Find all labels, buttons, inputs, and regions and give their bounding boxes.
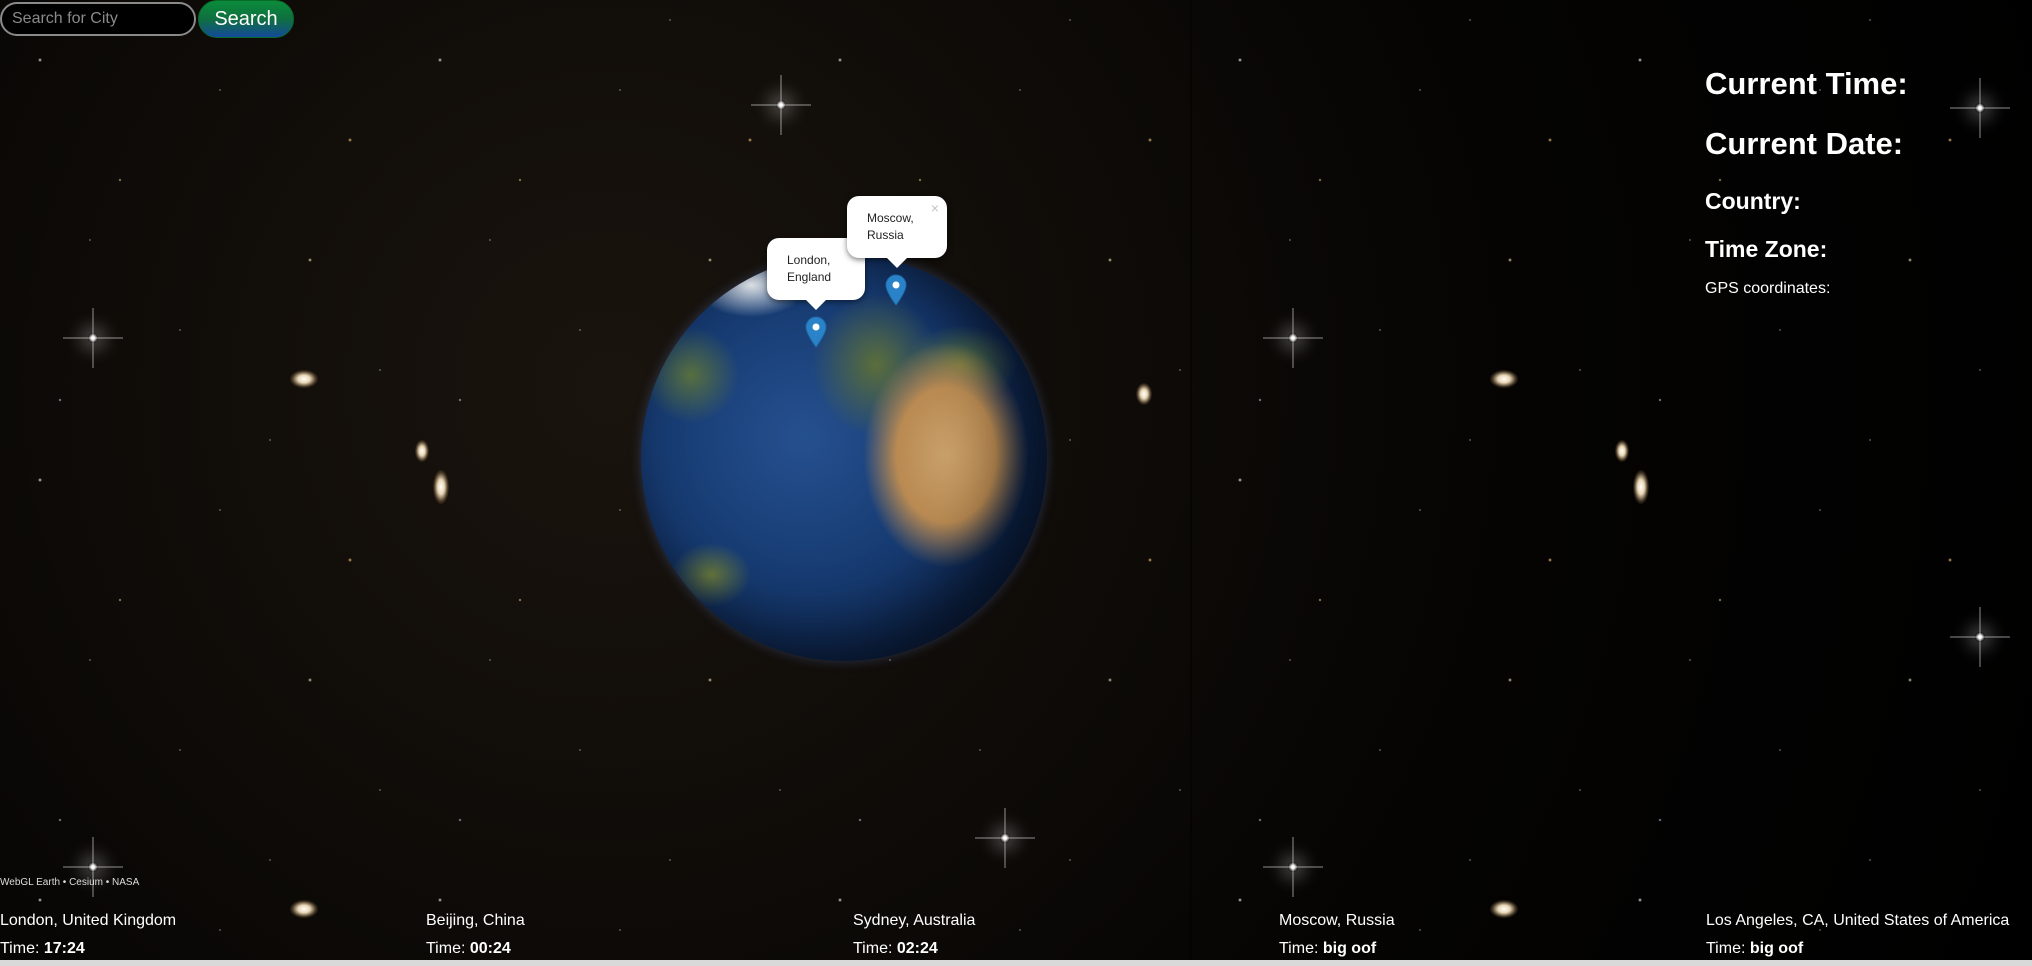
bright-star [1975, 632, 1985, 642]
time-zone-heading: Time Zone: [1705, 236, 1828, 262]
bright-star [88, 333, 98, 343]
map-attribution: WebGL Earth • Cesium • NASA [0, 877, 140, 888]
city-time-value: big oof [1749, 940, 1804, 957]
city-clock-moscow: Moscow, Russia Time: big oof [1279, 912, 1395, 958]
search-input[interactable] [0, 2, 196, 36]
city-time: Time: big oof [1706, 940, 1804, 957]
city-time: Time: big oof [1279, 940, 1377, 957]
galaxy [1615, 440, 1629, 462]
bright-star [88, 862, 98, 872]
current-date-heading: Current Date: [1705, 126, 1904, 161]
bright-star [776, 100, 786, 110]
country-heading: Country: [1705, 188, 1801, 214]
popup-region: England [787, 270, 832, 284]
city-name: Moscow, Russia [1279, 912, 1395, 929]
city-clock-london: London, United Kingdom Time: 17:24 [0, 912, 176, 958]
bright-star [1288, 333, 1298, 343]
galaxy [290, 900, 318, 918]
popup-city: Moscow, [867, 211, 914, 225]
background-seam [1190, 0, 1192, 966]
moscow-popup: × Moscow, Russia [847, 196, 947, 268]
london-marker-icon[interactable] [805, 316, 827, 348]
search-bar: Search [0, 0, 294, 38]
bright-star [1288, 862, 1298, 872]
galaxy [1490, 900, 1518, 918]
city-time-value: 02:24 [896, 940, 938, 957]
city-name: Los Angeles, CA, United States of Americ… [1706, 912, 2010, 929]
gps-coordinates-label: GPS coordinates: [1705, 280, 1831, 297]
galaxy [415, 440, 429, 462]
galaxy [433, 470, 449, 504]
city-time: Time: 17:24 [0, 940, 85, 957]
city-name: Beijing, China [426, 912, 525, 929]
city-name: London, United Kingdom [0, 912, 177, 929]
city-time: Time: 00:24 [426, 940, 511, 957]
horizontal-scrollbar[interactable] [0, 960, 2032, 966]
city-name: Sydney, Australia [853, 912, 976, 929]
city-time-value: big oof [1322, 940, 1377, 957]
city-time: Time: 02:24 [853, 940, 938, 957]
city-clock-beijing: Beijing, China Time: 00:24 [426, 912, 525, 958]
bright-star [1975, 103, 1985, 113]
bright-star [1000, 833, 1010, 843]
galaxy [1136, 383, 1152, 405]
city-clock-sydney: Sydney, Australia Time: 02:24 [853, 912, 975, 958]
city-time-value: 17:24 [43, 940, 85, 957]
popup-city: London, [787, 253, 831, 267]
galaxy [1490, 370, 1518, 388]
galaxy [1633, 470, 1649, 504]
popup-region: Russia [867, 228, 904, 242]
city-time-value: 00:24 [469, 940, 511, 957]
city-clock-los-angeles: Los Angeles, CA, United States of Americ… [1706, 912, 2009, 958]
galaxy [290, 370, 318, 388]
earth-globe[interactable] [641, 255, 1047, 661]
search-button[interactable]: Search [198, 0, 294, 38]
current-time-heading: Current Time: [1705, 66, 1908, 101]
moscow-marker-icon[interactable] [885, 274, 907, 306]
close-icon[interactable]: × [931, 200, 939, 217]
